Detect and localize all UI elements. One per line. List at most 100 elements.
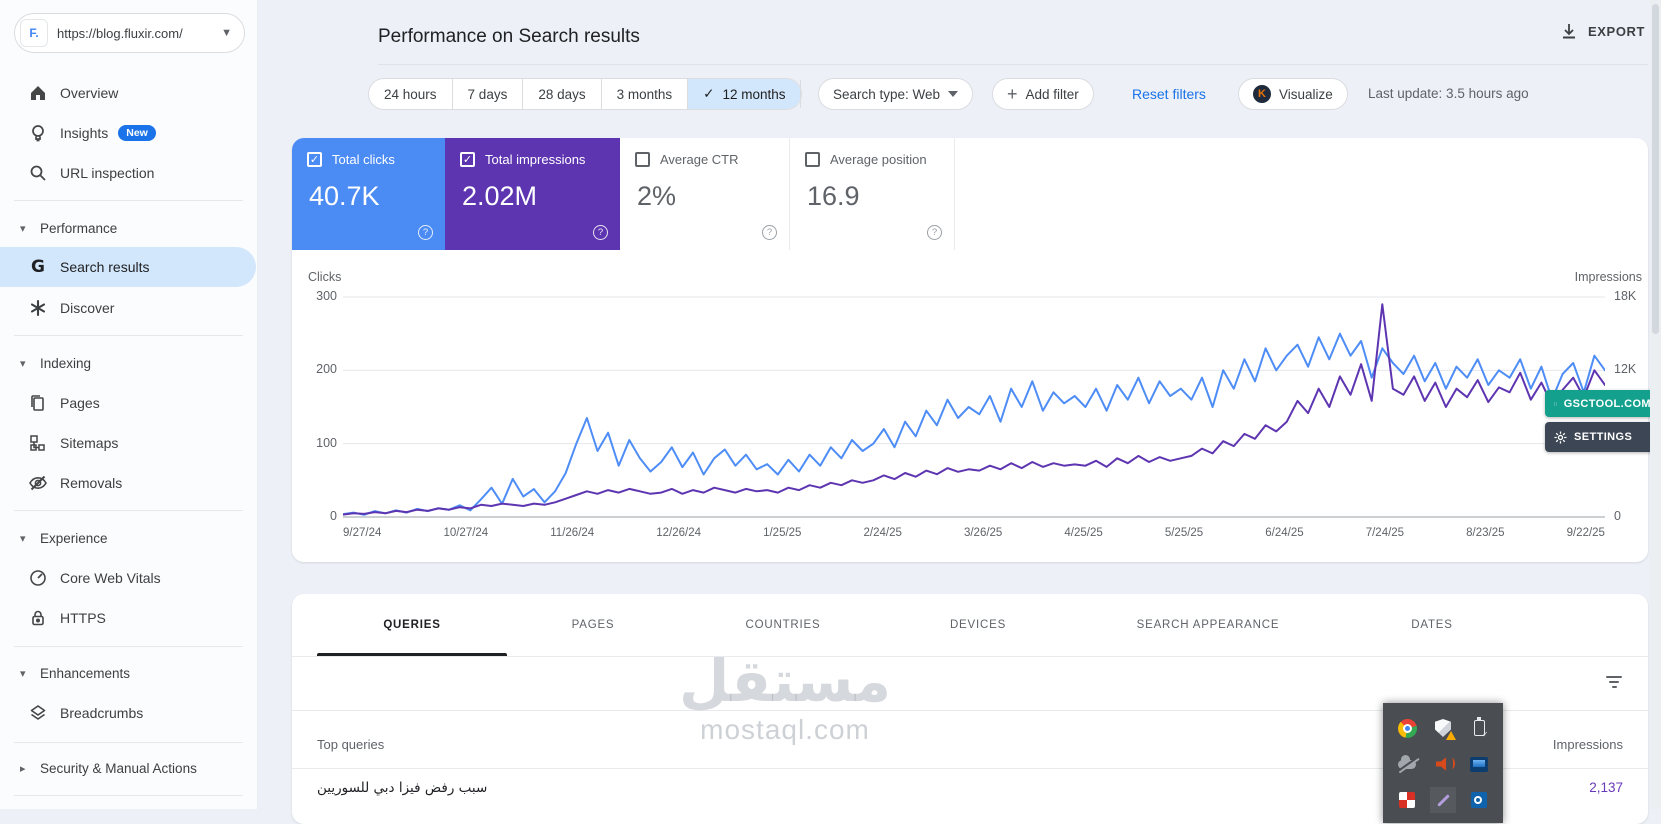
plus-icon: +: [1007, 85, 1018, 103]
metric-label: Total impressions: [485, 152, 585, 167]
sidebar-item-pages[interactable]: Pages: [0, 383, 256, 423]
search-icon: [28, 163, 48, 183]
sidebar-item-label: Pages: [60, 395, 100, 411]
search-console-app: { "property": { "logo_text": "F.", "url"…: [0, 0, 1661, 809]
sidebar-item-search-results[interactable]: G Search results: [0, 247, 256, 287]
reset-filters-link[interactable]: Reset filters: [1132, 86, 1206, 102]
axis-tick-label: 100: [300, 436, 337, 450]
cloud-off-tray-icon[interactable]: [1389, 746, 1425, 782]
right-axis-title: Impressions: [1532, 270, 1642, 284]
metric-tile-average-ctr[interactable]: Average CTR 2% ?: [620, 138, 790, 250]
x-axis-date-label: 3/26/25: [964, 527, 1002, 539]
series-line-clicks: [343, 334, 1605, 515]
metric-tile-total-clicks[interactable]: ✓ Total clicks 40.7K ?: [292, 138, 445, 250]
metric-tile-average-position[interactable]: Average position 16.9 ?: [790, 138, 955, 250]
tab-dates[interactable]: DATES: [1347, 594, 1517, 656]
table-row-query[interactable]: سبب رفض فيزا دبي للسوريين: [317, 780, 487, 796]
sidebar-section-indexing[interactable]: ▾ Indexing: [0, 343, 256, 383]
usb-device-tray-icon[interactable]: [1461, 710, 1497, 746]
display-settings-tray-icon[interactable]: [1461, 746, 1497, 782]
last-update-text: Last update: 3.5 hours ago: [1368, 86, 1529, 101]
sidebar-item-discover[interactable]: Discover: [0, 288, 256, 328]
section-label: Performance: [40, 221, 117, 236]
sidebar-section-experience[interactable]: ▾ Experience: [0, 518, 256, 558]
visualize-button[interactable]: K Visualize: [1238, 78, 1348, 110]
badge-label: SETTINGS: [1574, 431, 1632, 443]
sidebar-section-security[interactable]: ▸ Security & Manual Actions: [0, 748, 256, 788]
defender-warning-tray-icon[interactable]: [1425, 710, 1461, 746]
checkbox-checked-icon[interactable]: ✓: [307, 152, 322, 167]
chevron-down-icon: ▾: [20, 532, 34, 545]
mail-app-tray-icon[interactable]: [1461, 782, 1497, 818]
filter-list-icon[interactable]: [1602, 670, 1626, 694]
tab-pages[interactable]: PAGES: [507, 594, 679, 656]
expand-icon: [1554, 398, 1557, 410]
section-label: Experience: [40, 531, 108, 546]
sidebar-item-overview[interactable]: Overview: [0, 73, 256, 113]
filter-bar-divider: [800, 80, 801, 108]
metric-tile-total-impressions[interactable]: ✓ Total impressions 2.02M ?: [445, 138, 620, 250]
sidebar-item-label: Core Web Vitals: [60, 570, 161, 586]
system-tray-popup: [1383, 703, 1503, 823]
vertical-scrollbar[interactable]: [1650, 0, 1661, 809]
volume-tray-icon[interactable]: [1425, 746, 1461, 782]
gsctool-overlay-badge[interactable]: GSCTOOL.COM: [1545, 390, 1661, 417]
sidebar-item-insights[interactable]: Insights New: [0, 113, 256, 153]
property-url: https://blog.fluxir.com/: [57, 26, 221, 41]
sidebar-item-label: Breadcrumbs: [60, 705, 143, 721]
chart-plot-area[interactable]: 0100200300 06K12K18K 9/27/2410/27/2411/2…: [292, 293, 1648, 521]
gear-icon: [1554, 431, 1567, 444]
checkbox-unchecked-icon[interactable]: [805, 152, 820, 167]
property-selector[interactable]: F. https://blog.fluxir.com/ ▼: [14, 13, 245, 53]
divider: [14, 646, 243, 647]
sidebar-section-performance[interactable]: ▾ Performance: [0, 208, 256, 248]
export-label: EXPORT: [1588, 24, 1645, 39]
sidebar-item-https[interactable]: HTTPS: [0, 598, 256, 638]
help-icon[interactable]: ?: [418, 225, 433, 240]
tab-search-appearance[interactable]: SEARCH APPEARANCE: [1069, 594, 1347, 656]
x-axis-date-label: 5/25/25: [1165, 527, 1203, 539]
x-axis-date-label: 12/26/24: [656, 527, 701, 539]
chip-24-hours[interactable]: 24 hours: [369, 79, 453, 109]
sidebar-item-removals[interactable]: Removals: [0, 463, 256, 503]
sidebar-item-sitemaps[interactable]: Sitemaps: [0, 423, 256, 463]
download-icon: [1560, 22, 1578, 40]
help-icon[interactable]: ?: [927, 225, 942, 240]
visualize-label: Visualize: [1279, 87, 1333, 102]
column-header-queries[interactable]: Top queries: [317, 737, 384, 752]
check-icon: ✓: [703, 86, 714, 102]
grid-app-tray-icon[interactable]: [1389, 782, 1425, 818]
sidebar-item-core-web-vitals[interactable]: Core Web Vitals: [0, 558, 256, 598]
pen-tool-tray-icon[interactable]: [1425, 782, 1461, 818]
export-button[interactable]: EXPORT: [1560, 22, 1645, 40]
chip-3-months[interactable]: 3 months: [602, 79, 689, 109]
column-header-impressions[interactable]: Impressions: [1553, 737, 1623, 752]
axis-tick-label: 0: [1614, 509, 1621, 523]
chip-7-days[interactable]: 7 days: [453, 79, 524, 109]
chrome-tray-icon[interactable]: [1389, 710, 1425, 746]
settings-overlay-badge[interactable]: SETTINGS: [1545, 422, 1661, 452]
search-type-dropdown[interactable]: Search type: Web: [818, 78, 973, 110]
lock-icon: [28, 608, 48, 628]
layers-icon: [28, 703, 48, 723]
chip-28-days[interactable]: 28 days: [523, 79, 601, 109]
tab-countries[interactable]: COUNTRIES: [679, 594, 887, 656]
scrollbar-thumb[interactable]: [1652, 4, 1659, 334]
sidebar-section-enhancements[interactable]: ▾ Enhancements: [0, 653, 256, 693]
performance-chart-svg: [343, 293, 1605, 521]
divider: [14, 335, 243, 336]
sidebar-item-breadcrumbs[interactable]: Breadcrumbs: [0, 693, 256, 733]
sidebar-item-url-inspection[interactable]: URL inspection: [0, 153, 256, 193]
help-icon[interactable]: ?: [593, 225, 608, 240]
checkbox-unchecked-icon[interactable]: [635, 152, 650, 167]
tab-queries[interactable]: QUERIES: [317, 594, 507, 656]
new-badge: New: [118, 125, 156, 141]
sidebar-item-label: Overview: [60, 85, 118, 101]
help-icon[interactable]: ?: [762, 225, 777, 240]
chip-12-months-selected[interactable]: ✓ 12 months: [688, 79, 800, 109]
x-axis-date-label: 7/24/25: [1366, 527, 1404, 539]
checkbox-checked-icon[interactable]: ✓: [460, 152, 475, 167]
tab-devices[interactable]: DEVICES: [887, 594, 1069, 656]
add-filter-button[interactable]: + Add filter: [992, 78, 1094, 110]
google-g-icon: G: [28, 257, 48, 277]
